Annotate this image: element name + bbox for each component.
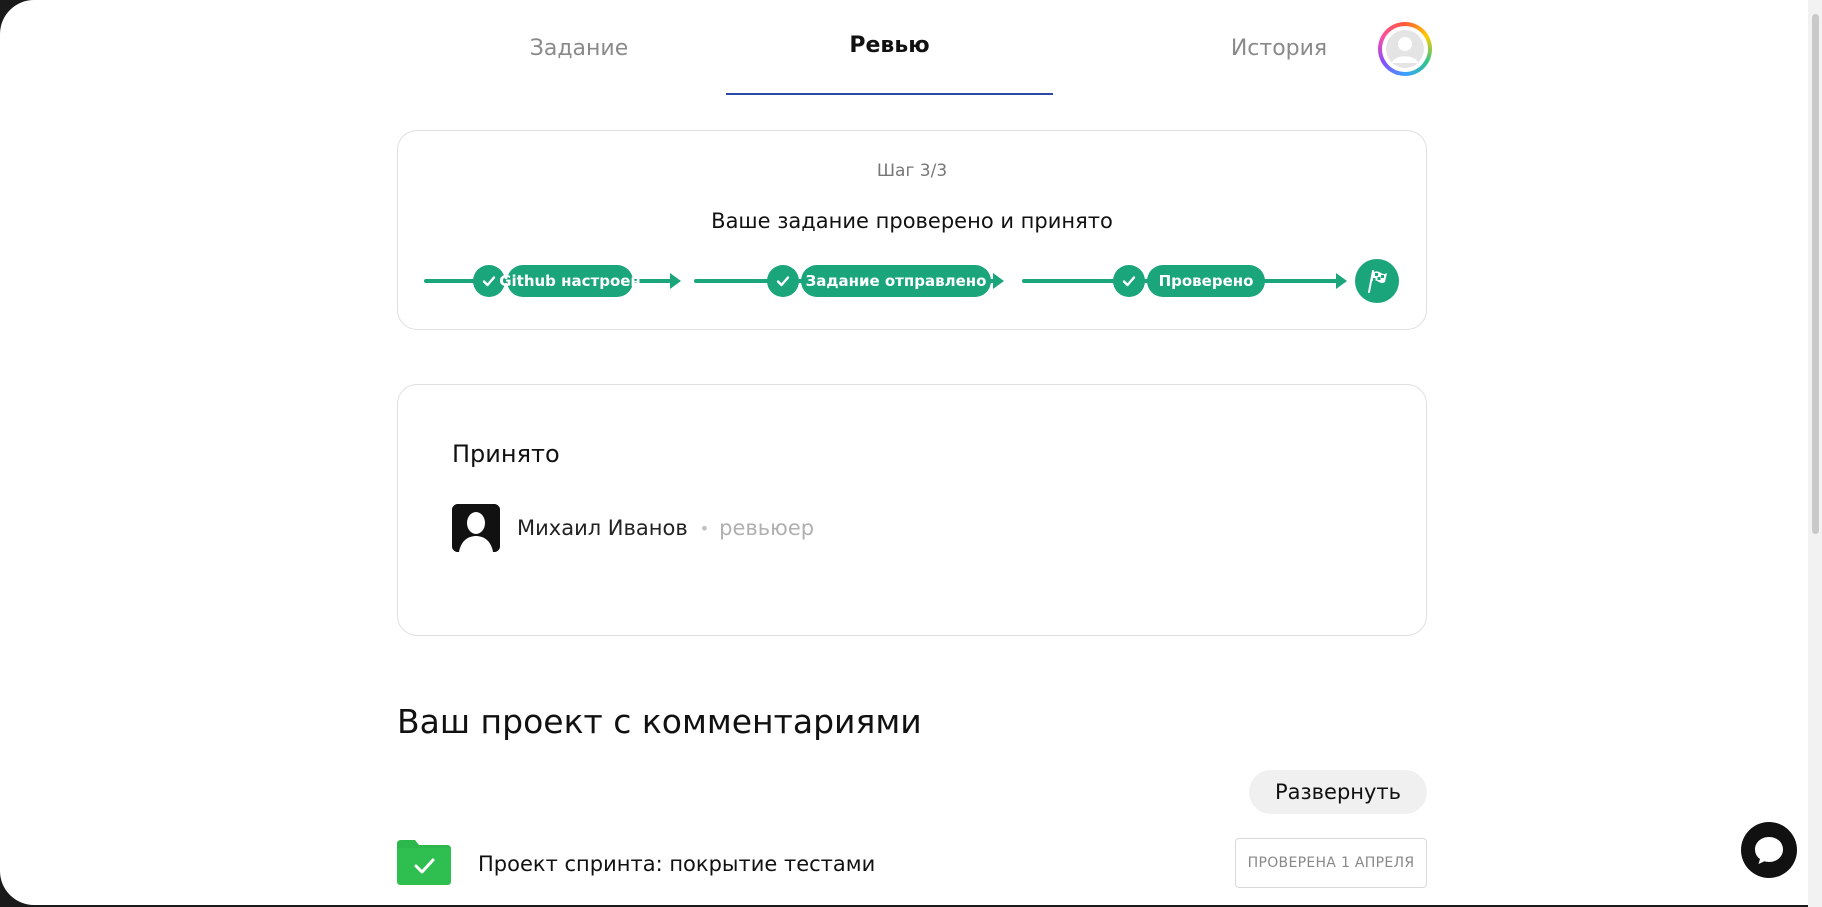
progress-card: Шаг 3/3 Ваше задание проверено и принято… (397, 130, 1427, 330)
check-icon (767, 265, 799, 297)
reviewer-info: Михаил Иванов • ревьюер (452, 503, 814, 553)
step-pill-github: Github настроен (499, 265, 641, 297)
review-result-card: Принято Михаил Иванов • ревьюер (397, 384, 1427, 636)
reviewer-name: Михаил Иванов (517, 516, 688, 540)
chat-bubble-icon (1755, 837, 1783, 864)
check-icon (1113, 265, 1145, 297)
tab-bar: Задание Ревью История (399, 0, 1399, 96)
page: Задание Ревью История Шаг 3/3 Ваше задан… (0, 0, 1808, 905)
step-pill-submitted: Задание отправлено (801, 265, 991, 297)
reviewer-avatar (452, 504, 500, 552)
project-row[interactable]: Проект спринта: покрытие тестами ПРОВЕРЕ… (397, 838, 1427, 888)
arrow-right-icon (1336, 273, 1347, 289)
review-date-badge: ПРОВЕРЕНА 1 АПРЕЛЯ (1235, 838, 1427, 888)
scrollbar[interactable] (1808, 0, 1822, 907)
project-name[interactable]: Проект спринта: покрытие тестами (478, 852, 875, 876)
chat-button[interactable] (1741, 822, 1797, 878)
step-counter: Шаг 3/3 (876, 161, 948, 181)
arrow-right-icon (993, 273, 1004, 289)
progress-title: Ваше задание проверено и принято (711, 209, 1113, 233)
progress-tracker: Github настроен Задание отправлено Прове… (424, 259, 1404, 303)
scrollbar-thumb[interactable] (1812, 14, 1819, 534)
person-silhouette-icon (452, 504, 500, 552)
checkered-flag-icon (1355, 259, 1399, 303)
section-title: Ваш проект с комментариями (397, 702, 922, 741)
arrow-right-icon (670, 273, 681, 289)
expand-button[interactable]: Развернуть (1249, 770, 1427, 814)
separator-dot: • (699, 518, 710, 538)
step-pill-reviewed: Проверено (1147, 265, 1265, 297)
tab-review[interactable]: Ревью (726, 0, 1053, 93)
tab-task[interactable]: Задание (494, 0, 664, 96)
review-status: Принято (452, 440, 560, 468)
folder-check-icon (397, 840, 451, 885)
reviewer-role: ревьюер (719, 516, 815, 540)
user-silhouette-icon (1386, 30, 1424, 68)
user-avatar[interactable] (1378, 22, 1432, 76)
active-tab-indicator (726, 93, 1053, 95)
